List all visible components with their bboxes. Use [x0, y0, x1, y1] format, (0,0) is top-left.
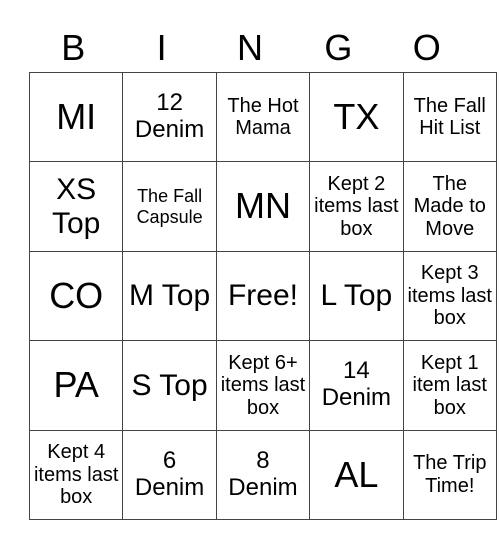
bingo-grid: MI 12 Denim The Hot Mama TX The Fall Hit… [28, 71, 497, 520]
bingo-cell[interactable]: 6 Denim [122, 429, 217, 520]
bingo-cell[interactable]: S Top [122, 340, 217, 431]
bingo-cell[interactable]: 12 Denim [122, 71, 217, 163]
bingo-cell[interactable]: Kept 6+ items last box [215, 340, 311, 431]
bingo-cell[interactable]: Kept 1 item last box [402, 340, 497, 431]
header-letter-b: B [61, 27, 86, 68]
grid-row: Kept 4 items last box 6 Denim 8 Denim AL… [28, 429, 497, 520]
bingo-cell[interactable]: The Fall Capsule [122, 161, 217, 252]
bingo-cell[interactable]: The Fall Hit List [402, 71, 497, 163]
bingo-cell[interactable]: CO [28, 250, 124, 342]
header-letter-g: G [324, 27, 353, 68]
bingo-cell[interactable]: 14 Denim [309, 340, 404, 431]
bingo-cell[interactable]: XS Top [28, 161, 124, 252]
bingo-header: B I N G O [29, 26, 471, 70]
header-letter-o: O [412, 27, 441, 68]
bingo-cell[interactable]: MN [215, 161, 311, 252]
bingo-cell[interactable]: M Top [122, 250, 217, 342]
free-cell[interactable]: Free! [215, 250, 311, 342]
bingo-cell[interactable]: PA [28, 340, 124, 431]
grid-row: XS Top The Fall Capsule MN Kept 2 items … [28, 161, 497, 252]
bingo-cell[interactable]: The Hot Mama [215, 71, 311, 163]
bingo-cell[interactable]: Kept 2 items last box [309, 161, 404, 252]
header-letter-n: N [236, 27, 263, 68]
bingo-cell[interactable]: The Trip Time! [402, 429, 497, 520]
grid-row: PA S Top Kept 6+ items last box 14 Denim… [28, 340, 497, 431]
bingo-cell[interactable]: 8 Denim [215, 429, 311, 520]
bingo-cell[interactable]: L Top [309, 250, 404, 342]
bingo-cell[interactable]: AL [309, 429, 404, 520]
bingo-cell[interactable]: The Made to Move [402, 161, 497, 252]
header-letter-i: I [156, 27, 167, 68]
bingo-cell[interactable]: Kept 3 items last box [402, 250, 497, 342]
grid-row: MI 12 Denim The Hot Mama TX The Fall Hit… [28, 71, 497, 163]
bingo-cell[interactable]: MI [28, 71, 124, 163]
grid-row: CO M Top Free! L Top Kept 3 items last b… [28, 250, 497, 342]
bingo-cell[interactable]: Kept 4 items last box [28, 429, 124, 520]
bingo-cell[interactable]: TX [309, 71, 404, 163]
